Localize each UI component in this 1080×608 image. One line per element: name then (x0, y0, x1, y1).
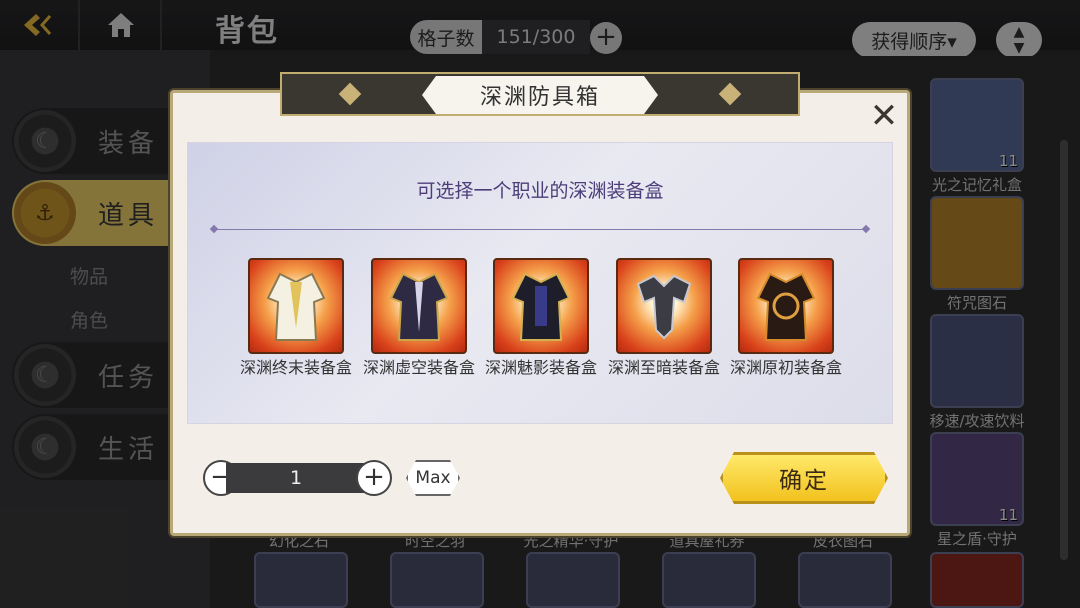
quantity-increase-button[interactable]: + (356, 460, 392, 496)
option-box-end[interactable] (248, 258, 344, 354)
option-label: 深渊终末装备盒 (239, 358, 352, 377)
option-label: 深渊魅影装备盒 (484, 358, 597, 377)
dialog-subtitle: 可选择一个职业的深渊装备盒 (416, 180, 664, 202)
confirm-button[interactable]: 确定 (720, 452, 888, 504)
option-label: 深渊虚空装备盒 (362, 358, 475, 377)
divider (214, 229, 866, 230)
option-label: 深渊至暗装备盒 (607, 358, 720, 377)
close-button[interactable]: ✕ (860, 94, 908, 142)
option-box-phantom[interactable] (493, 258, 589, 354)
quantity-max-button[interactable]: Max (406, 460, 460, 496)
option-box-darkest[interactable] (616, 258, 712, 354)
armor-icon (616, 258, 712, 354)
option-label: 深渊原初装备盒 (729, 358, 842, 377)
black-jacket-icon (493, 258, 589, 354)
option-box-void[interactable] (371, 258, 467, 354)
dialog-title: 深渊防具箱 (422, 76, 658, 114)
leather-jacket-icon (738, 258, 834, 354)
option-box-origin[interactable] (738, 258, 834, 354)
dark-coat-icon (371, 258, 467, 354)
quantity-field[interactable]: 1 (226, 463, 366, 493)
white-robe-icon (248, 258, 344, 354)
